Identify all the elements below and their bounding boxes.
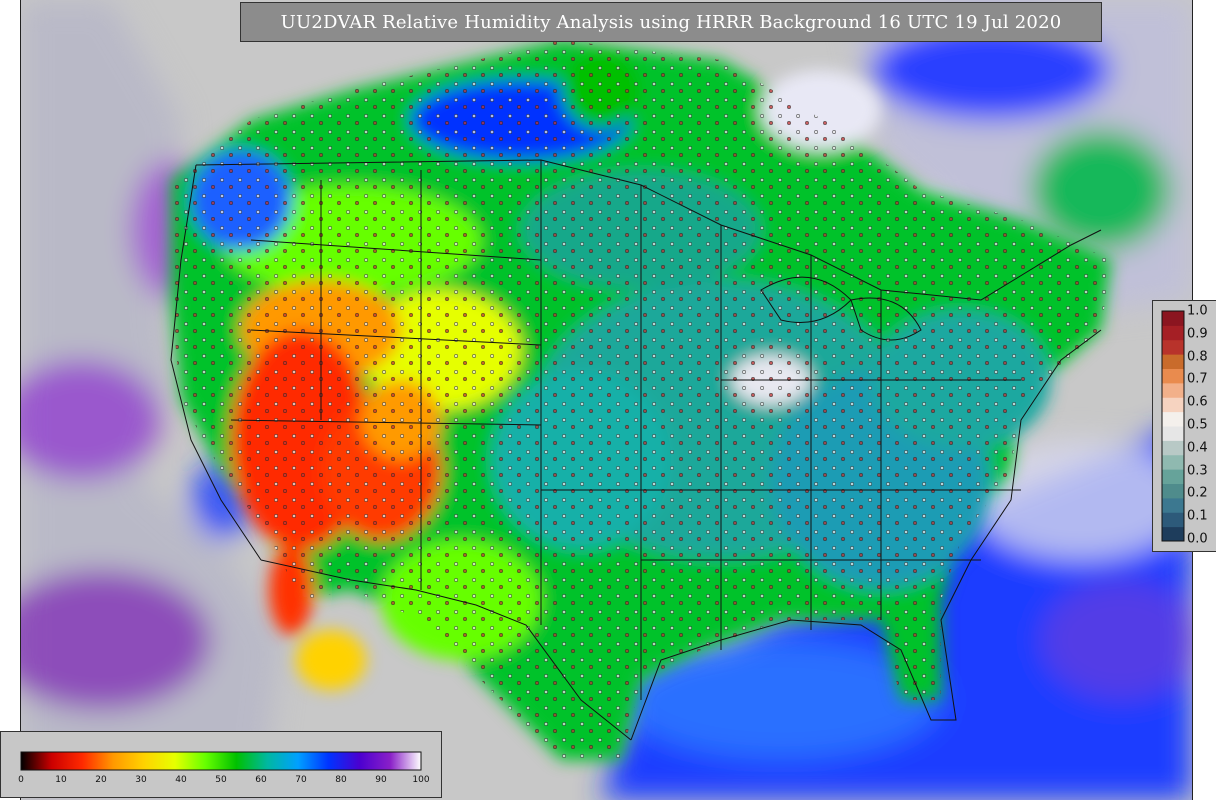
fraction-color-ramp — [1161, 310, 1185, 542]
rh-tick-label: 90 — [375, 775, 387, 785]
fraction-color-band — [1162, 325, 1184, 341]
fraction-tick-label: 0.0 — [1187, 531, 1208, 547]
fraction-colorbar: 1.0 0.9 0.8 0.7 0.6 0.5 0.4 0.3 0.2 0.1 0.0 — [1152, 300, 1216, 552]
fraction-color-band — [1162, 526, 1184, 542]
fraction-color-band — [1162, 469, 1184, 484]
map-frame — [20, 0, 1193, 800]
fraction-tick-label: 0.4 — [1187, 440, 1208, 456]
fraction-tick-label: 0.2 — [1187, 485, 1208, 501]
fraction-color-band — [1162, 339, 1184, 355]
fraction-tick-labels: 1.0 0.9 0.8 0.7 0.6 0.5 0.4 0.3 0.2 0.1 0.0 — [1187, 304, 1216, 547]
humidity-analysis-map — [21, 0, 1192, 800]
rh-color-ramp — [20, 751, 422, 771]
rh-tick-label: 30 — [135, 775, 147, 785]
fraction-color-band — [1162, 354, 1184, 369]
fraction-color-band — [1162, 368, 1184, 384]
fraction-tick-label: 0.6 — [1187, 394, 1208, 410]
fraction-color-band — [1162, 497, 1184, 513]
fraction-tick-label: 0.5 — [1187, 417, 1208, 433]
rh-tick-label: 10 — [55, 775, 67, 785]
fraction-color-band — [1162, 440, 1184, 456]
fraction-color-band — [1162, 311, 1184, 326]
map-title-box: UU2DVAR Relative Humidity Analysis using… — [240, 2, 1102, 42]
rh-tick-label: 50 — [215, 775, 227, 785]
fraction-tick-label: 0.7 — [1187, 371, 1208, 387]
rh-tick-label: 100 — [412, 775, 430, 785]
fraction-tick-label: 1.0 — [1187, 303, 1208, 319]
fraction-tick-label: 0.1 — [1187, 508, 1208, 524]
fraction-color-band — [1162, 426, 1184, 441]
fraction-color-band — [1162, 411, 1184, 427]
map-title: UU2DVAR Relative Humidity Analysis using… — [280, 11, 1062, 33]
rh-tick-label: 60 — [255, 775, 267, 785]
rh-tick-label: 70 — [295, 775, 307, 785]
rh-tick-label: 40 — [175, 775, 187, 785]
fraction-tick-label: 0.9 — [1187, 326, 1208, 342]
rh-tick-label: 80 — [335, 775, 347, 785]
rh-tick-labels: 0 10 20 30 40 50 60 70 80 90 100 — [18, 775, 429, 789]
fraction-color-band — [1162, 483, 1184, 499]
rh-tick-label: 0 — [18, 775, 24, 785]
fraction-color-band — [1162, 512, 1184, 528]
fraction-tick-label: 0.3 — [1187, 463, 1208, 479]
fraction-color-band — [1162, 397, 1184, 413]
fraction-color-band — [1162, 382, 1184, 398]
relative-humidity-colorbar: 0 10 20 30 40 50 60 70 80 90 100 — [0, 731, 442, 798]
fraction-tick-label: 0.8 — [1187, 349, 1208, 365]
rh-tick-label: 20 — [95, 775, 107, 785]
fraction-color-band — [1162, 454, 1184, 470]
